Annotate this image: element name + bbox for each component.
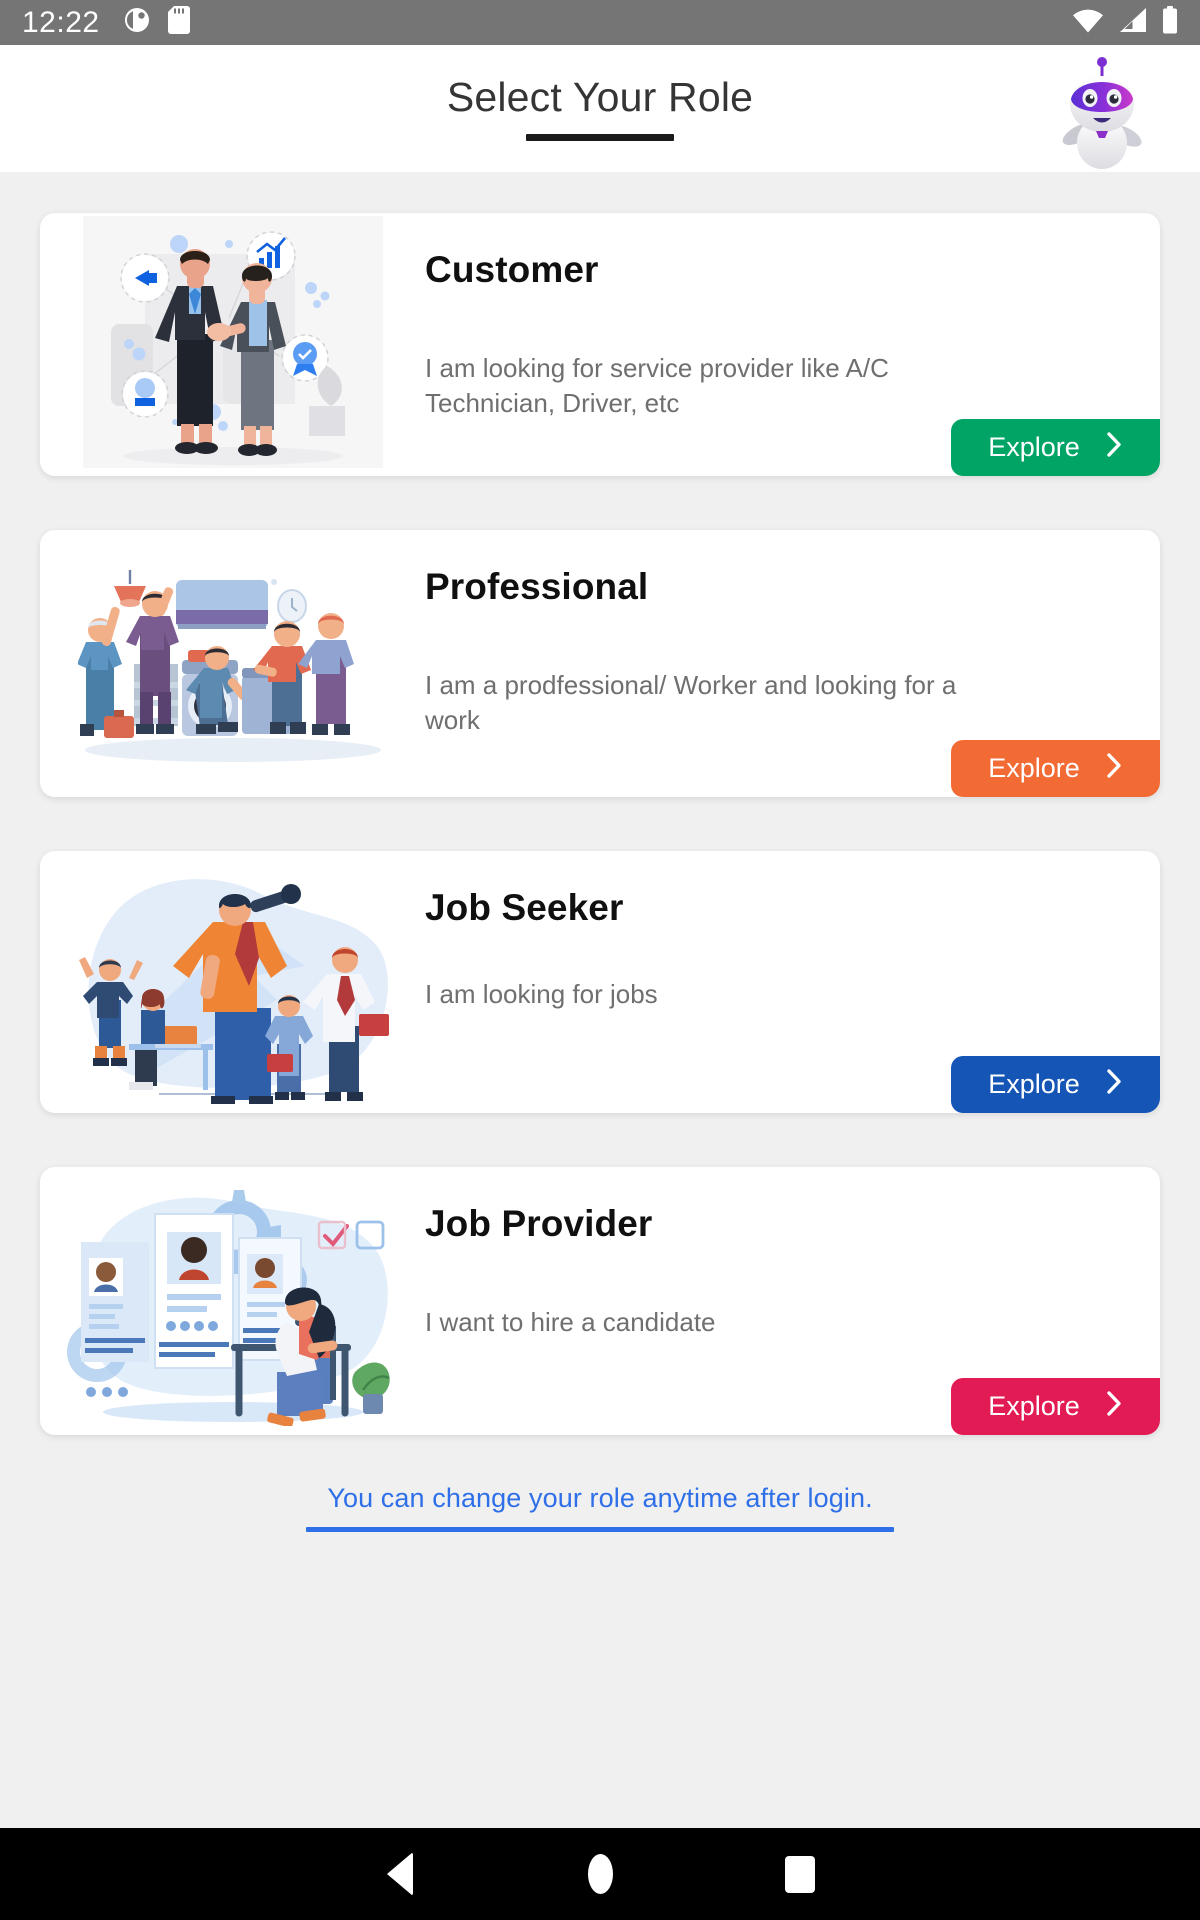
status-bar-clock: 12:22 xyxy=(22,5,100,39)
status-bar-system-icons xyxy=(1072,6,1178,39)
page-header: Select Your Role xyxy=(0,45,1200,172)
chevron-right-icon xyxy=(1106,1068,1123,1102)
chatbot-robot-icon[interactable] xyxy=(1046,51,1158,169)
explore-button-label: Explore xyxy=(988,1391,1080,1421)
page-title-underline xyxy=(525,133,674,141)
role-description: I am looking for jobs xyxy=(425,978,658,1009)
role-card-job-provider[interactable]: Job Provider I want to hire a candidate … xyxy=(40,1167,1160,1435)
role-title: Customer xyxy=(425,249,599,290)
role-description: I am looking for service provider like A… xyxy=(425,352,889,418)
role-selection-list: Customer I am looking for service provid… xyxy=(0,172,1200,1860)
explore-button-job-provider[interactable]: Explore xyxy=(951,1378,1160,1435)
role-card-job-seeker[interactable]: Job Seeker I am looking for jobs Explore xyxy=(40,851,1160,1113)
screen-record-icon xyxy=(124,7,150,38)
role-card-customer[interactable]: Customer I am looking for service provid… xyxy=(40,213,1160,476)
chevron-right-icon xyxy=(1106,431,1123,465)
status-bar-notification-icons xyxy=(124,6,190,39)
role-description: I want to hire a candidate xyxy=(425,1306,716,1337)
status-bar: 12:22 xyxy=(0,0,1200,45)
explore-button-label: Explore xyxy=(988,1069,1080,1099)
sd-card-icon xyxy=(167,6,190,39)
role-card-professional[interactable]: Professional I am a prodfessional/ Worke… xyxy=(40,530,1160,797)
footer-note-group: You can change your role anytime after l… xyxy=(40,1483,1160,1532)
footer-note-underline xyxy=(306,1527,894,1532)
android-navigation-bar xyxy=(0,1828,1200,1920)
job-search-telescope-illustration xyxy=(40,851,425,1113)
repair-technicians-team-illustration xyxy=(40,530,425,797)
recruiter-resume-screening-illustration xyxy=(40,1167,425,1435)
battery-icon xyxy=(1162,6,1178,39)
role-title: Job Provider xyxy=(425,1203,653,1244)
role-description: I am a prodfessional/ Worker and looking… xyxy=(425,669,957,735)
role-title: Job Seeker xyxy=(425,887,624,928)
page-title: Select Your Role xyxy=(446,74,754,121)
back-triangle-icon xyxy=(387,1852,413,1896)
change-role-note-link[interactable]: You can change your role anytime after l… xyxy=(327,1483,872,1514)
chevron-right-icon xyxy=(1106,752,1123,786)
explore-button-customer[interactable]: Explore xyxy=(951,419,1160,476)
home-circle-icon xyxy=(587,1854,613,1894)
wifi-icon xyxy=(1072,7,1104,38)
handshake-business-deal-illustration xyxy=(40,213,425,476)
header-title-group: Select Your Role xyxy=(446,74,754,141)
nav-recents-button[interactable] xyxy=(700,1828,900,1920)
role-title: Professional xyxy=(425,566,649,607)
explore-button-job-seeker[interactable]: Explore xyxy=(951,1056,1160,1113)
nav-back-button[interactable] xyxy=(300,1828,500,1920)
cellular-signal-icon xyxy=(1118,7,1148,38)
explore-button-label: Explore xyxy=(988,432,1080,462)
chevron-right-icon xyxy=(1106,1390,1123,1424)
nav-home-button[interactable] xyxy=(500,1828,700,1920)
recents-square-icon xyxy=(785,1855,815,1893)
explore-button-label: Explore xyxy=(988,753,1080,783)
explore-button-professional[interactable]: Explore xyxy=(951,740,1160,797)
